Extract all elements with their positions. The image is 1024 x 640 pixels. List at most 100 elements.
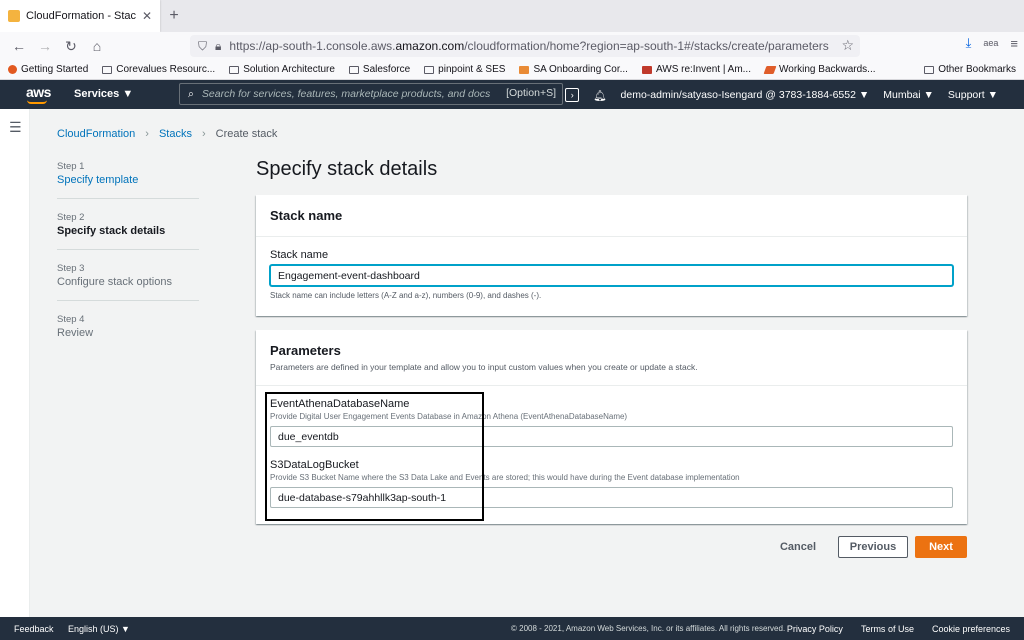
param-label: EventAthenaDatabaseName	[270, 398, 410, 410]
step-number: Step 2	[57, 212, 85, 223]
search-shortcut-hint: [Option+S]	[506, 87, 556, 99]
step-2: Step 2 Specify stack details	[57, 212, 199, 250]
region-menu[interactable]: Mumbai ▼	[883, 89, 934, 101]
event-athena-db-input[interactable]: due_eventdb	[270, 426, 953, 447]
bookmark-item[interactable]: Corevalues Resourc...	[102, 64, 215, 75]
parameter-s3-data-log-bucket: S3DataLogBucket Provide S3 Bucket Name w…	[270, 459, 953, 508]
bookmark-item[interactable]: SA Onboarding Cor...	[519, 64, 628, 75]
bookmark-item[interactable]: pinpoint & SES	[424, 64, 505, 75]
panel-description: Parameters are defined in your template …	[270, 362, 698, 372]
shield-icon[interactable]: ⛉	[198, 39, 207, 54]
cloudformation-favicon-icon	[8, 10, 20, 22]
url-text: https://ap-south-1.console.aws.amazon.co…	[229, 39, 829, 53]
side-rail: ☰	[0, 109, 30, 617]
home-icon[interactable]: ⌂	[84, 34, 110, 58]
new-tab-icon[interactable]: +	[160, 0, 188, 32]
step-number: Step 4	[57, 314, 85, 325]
next-button[interactable]: Next	[915, 536, 967, 558]
page-title: Specify stack details	[256, 158, 438, 180]
console-footer: Feedback English (US) ▼ © 2008 - 2021, A…	[0, 617, 1024, 640]
bookmark-item[interactable]: Salesforce	[348, 64, 410, 75]
main-content: CloudFormation › Stacks › Create stack S…	[30, 109, 1024, 617]
terms-of-use-link[interactable]: Terms of Use	[861, 624, 914, 634]
lock-icon[interactable]: 🔒︎	[215, 39, 221, 54]
aws-logo[interactable]: aws	[26, 84, 51, 100]
param-label: S3DataLogBucket	[270, 459, 359, 471]
chevron-right-icon: ›	[145, 128, 149, 140]
feedback-link[interactable]: Feedback	[14, 624, 54, 634]
notifications-bell-icon[interactable]: 🔔︎	[593, 89, 606, 102]
step-1: Step 1 Specify template	[57, 161, 199, 199]
aws-search-input[interactable]: ⌕ Search for services, features, marketp…	[179, 83, 563, 105]
search-placeholder: Search for services, features, marketpla…	[201, 88, 491, 100]
close-tab-icon[interactable]: ✕	[142, 9, 152, 23]
previous-button[interactable]: Previous	[838, 536, 908, 558]
parameter-event-athena-db: EventAthenaDatabaseName Provide Digital …	[270, 398, 953, 447]
step-review: Review	[57, 327, 94, 339]
wizard-steps: Step 1 Specify template Step 2 Specify s…	[57, 161, 199, 364]
aws-console-header: aws Services ▼ ⌕ Search for services, fe…	[0, 80, 1024, 109]
step-current-specify-stack-details: Specify stack details	[57, 225, 166, 237]
package-icon	[519, 65, 530, 74]
stack-name-label: Stack name	[270, 249, 329, 261]
folder-icon	[229, 65, 240, 74]
forward-icon[interactable]: →	[32, 34, 58, 58]
browser-tab[interactable]: CloudFormation - Stack ✕	[0, 0, 160, 32]
folder-icon	[924, 65, 935, 74]
bookmark-item[interactable]: Getting Started	[8, 64, 88, 75]
panel-title: Stack name	[270, 208, 343, 223]
stack-name-panel: Stack name Stack name Engagement-event-d…	[256, 195, 967, 316]
bookmarks-bar: Getting Started Corevalues Resourc... So…	[0, 60, 1024, 80]
panel-header: Stack name	[256, 195, 967, 237]
param-description: Provide S3 Bucket Name where the S3 Data…	[270, 473, 740, 482]
breadcrumb: CloudFormation › Stacks › Create stack	[57, 128, 277, 140]
stack-name-input[interactable]: Engagement-event-dashboard	[270, 265, 953, 286]
reinvent-icon	[641, 65, 652, 74]
panel-title: Parameters	[270, 343, 341, 358]
s3-data-log-bucket-input[interactable]: due-database-s79ahhllk3ap-south-1	[270, 487, 953, 508]
step-3: Step 3 Configure stack options	[57, 263, 199, 301]
hamburger-menu-icon[interactable]: ☰	[9, 119, 22, 136]
menu-icon[interactable]: ≡	[1010, 36, 1018, 51]
browser-tab-bar: CloudFormation - Stack ✕ +	[0, 0, 1024, 32]
parameters-panel: Parameters Parameters are defined in you…	[256, 330, 967, 524]
aws-smile-icon	[27, 100, 47, 104]
bookmark-star-icon[interactable]: ☆	[841, 37, 854, 54]
breadcrumb-stacks[interactable]: Stacks	[159, 128, 192, 140]
step-configure-stack-options: Configure stack options	[57, 276, 172, 288]
step-number: Step 1	[57, 161, 85, 172]
language-selector[interactable]: English (US) ▼	[68, 624, 130, 634]
folder-icon	[424, 65, 435, 74]
bookmark-item[interactable]: Solution Architecture	[229, 64, 335, 75]
breadcrumb-cloudformation[interactable]: CloudFormation	[57, 128, 135, 140]
panel-header: Parameters Parameters are defined in you…	[256, 330, 967, 386]
stack-name-hint: Stack name can include letters (A-Z and …	[270, 291, 542, 300]
bookmark-item[interactable]: Working Backwards...	[763, 64, 876, 75]
copyright-text: © 2008 - 2021, Amazon Web Services, Inc.…	[511, 624, 786, 633]
bookmark-item[interactable]: AWS re:Invent | Am...	[641, 64, 751, 75]
cookie-preferences-link[interactable]: Cookie preferences	[932, 624, 1010, 634]
download-icon[interactable]: ⤓	[966, 35, 972, 51]
step-number: Step 3	[57, 263, 85, 274]
cancel-button[interactable]: Cancel	[775, 536, 821, 558]
arrow-icon	[763, 65, 777, 74]
param-description: Provide Digital User Engagement Events D…	[270, 412, 628, 421]
breadcrumb-current: Create stack	[215, 128, 278, 140]
cloudshell-icon[interactable]: ›	[565, 88, 580, 102]
services-menu[interactable]: Services ▼	[74, 88, 133, 100]
url-bar[interactable]: ⛉ 🔒︎ https://ap-south-1.console.aws.amaz…	[190, 35, 860, 57]
folder-icon	[348, 65, 359, 74]
step-4: Step 4 Review	[57, 314, 199, 351]
reload-icon[interactable]: ↻	[58, 34, 84, 58]
back-icon[interactable]: ←	[6, 34, 32, 58]
chevron-right-icon: ›	[201, 128, 206, 140]
folder-icon	[102, 65, 113, 74]
account-menu[interactable]: demo-admin/satyaso-Isengard @ 3783-1884-…	[621, 89, 870, 101]
step-link-specify-template[interactable]: Specify template	[57, 174, 199, 186]
amazon-extension-icon[interactable]: aea	[983, 38, 998, 48]
search-icon: ⌕	[188, 87, 194, 100]
other-bookmarks[interactable]: Other Bookmarks	[924, 64, 1016, 75]
privacy-policy-link[interactable]: Privacy Policy	[787, 624, 843, 634]
tab-title: CloudFormation - Stack	[26, 10, 136, 22]
support-menu[interactable]: Support ▼	[948, 89, 998, 101]
